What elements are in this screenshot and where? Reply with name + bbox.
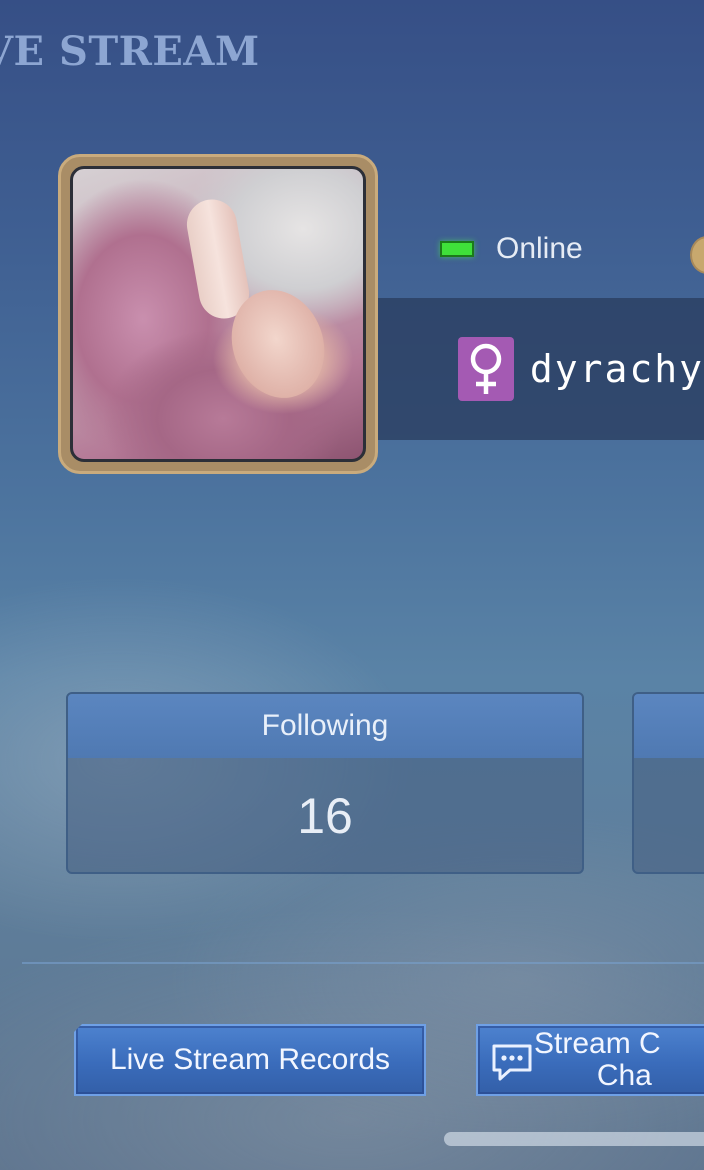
avatar-image bbox=[70, 166, 366, 462]
stream-chat-button[interactable]: Stream C Cha bbox=[476, 1024, 704, 1096]
followers-count bbox=[634, 758, 704, 872]
username-bar: dyrachy bbox=[378, 298, 704, 440]
following-label: Following bbox=[68, 694, 582, 758]
online-status: Online bbox=[440, 232, 583, 266]
stream-chat-label-line1: Stream C bbox=[534, 1027, 661, 1060]
live-stream-records-button[interactable]: Live Stream Records bbox=[74, 1024, 426, 1096]
chat-bubble-icon bbox=[490, 1042, 534, 1090]
live-stream-records-label: Live Stream Records bbox=[109, 1043, 391, 1076]
username: dyrachy bbox=[529, 347, 704, 391]
coin-icon[interactable] bbox=[690, 236, 704, 274]
page-title: VE STREAM bbox=[0, 28, 260, 75]
status-label: Online bbox=[496, 232, 583, 265]
avatar[interactable] bbox=[58, 154, 378, 474]
section-divider bbox=[22, 962, 704, 964]
scroll-indicator[interactable] bbox=[444, 1132, 704, 1146]
following-count: 16 bbox=[297, 788, 353, 844]
followers-card[interactable] bbox=[632, 692, 704, 874]
stream-chat-label-line2: Cha bbox=[596, 1059, 652, 1092]
online-indicator-icon bbox=[440, 241, 474, 257]
followers-label bbox=[634, 694, 704, 758]
female-symbol-icon bbox=[458, 337, 514, 401]
following-card[interactable]: Following 16 bbox=[66, 692, 584, 874]
